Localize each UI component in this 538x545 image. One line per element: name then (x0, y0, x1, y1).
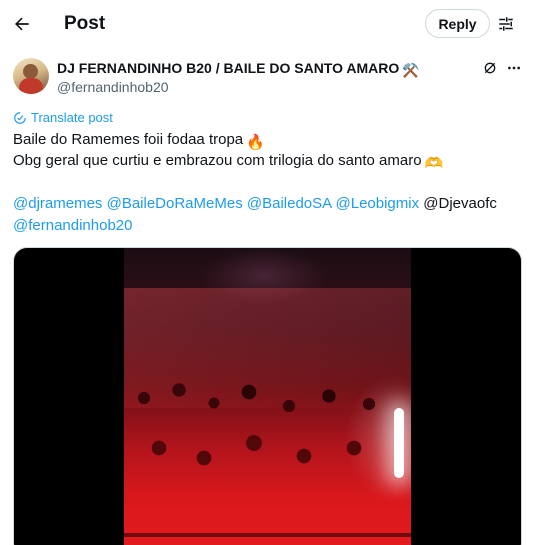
author-display-name[interactable]: DJ FERNANDINHO B20 / BAILE DO SANTO AMAR… (57, 59, 420, 79)
grok-button[interactable] (480, 58, 500, 78)
mention-link[interactable]: @BailedoSA (247, 195, 331, 212)
author-handle[interactable]: @fernandinhob20 (57, 78, 169, 96)
back-button[interactable] (6, 8, 38, 40)
fire-icon: 🔥 (246, 134, 265, 151)
mention-link[interactable]: @BaileDoRaMeMes (107, 195, 243, 212)
post-text: Obg geral que curtiu e embrazou com tril… (13, 152, 422, 169)
translate-post-link[interactable]: Translate post (13, 110, 113, 126)
video-media[interactable] (13, 247, 522, 545)
video-frame[interactable] (124, 248, 411, 545)
heart-hands-icon: 🫶 (424, 155, 444, 172)
grok-icon (484, 62, 496, 74)
post-text: Baile do Ramemes foii fodaa tropa (13, 131, 244, 148)
mention-link[interactable]: @djramemes (13, 195, 102, 212)
more-icon (508, 66, 520, 70)
mention-link[interactable]: @Leobigmix (336, 195, 420, 212)
hammer-pick-icon: ⚒️ (402, 62, 420, 78)
translate-icon (14, 112, 26, 124)
post-mentions-line-2: @fernandinhob20 (13, 216, 133, 236)
post-mentions-line: @djramemes @BaileDoRaMeMes @BailedoSA @L… (13, 194, 497, 214)
filter-button[interactable] (492, 10, 520, 38)
page-title: Post (64, 13, 106, 34)
reply-button[interactable]: Reply (425, 9, 490, 38)
author-name-text: DJ FERNANDINHO B20 / BAILE DO SANTO AMAR… (57, 60, 400, 76)
post-text-line-2: Obg geral que curtiu e embrazou com tril… (13, 151, 443, 174)
translate-label: Translate post (31, 110, 113, 125)
filter-icon (499, 17, 513, 31)
post-text-line-1: Baile do Ramemes foii fodaa tropa 🔥 (13, 130, 265, 153)
mention-link[interactable]: @fernandinhob20 (13, 217, 133, 234)
plain-mention-text: @Djevaofc (423, 195, 497, 212)
avatar[interactable] (13, 58, 49, 94)
back-arrow-icon (15, 17, 29, 31)
more-button[interactable] (503, 58, 525, 78)
top-bar: Post Reply (0, 0, 538, 48)
